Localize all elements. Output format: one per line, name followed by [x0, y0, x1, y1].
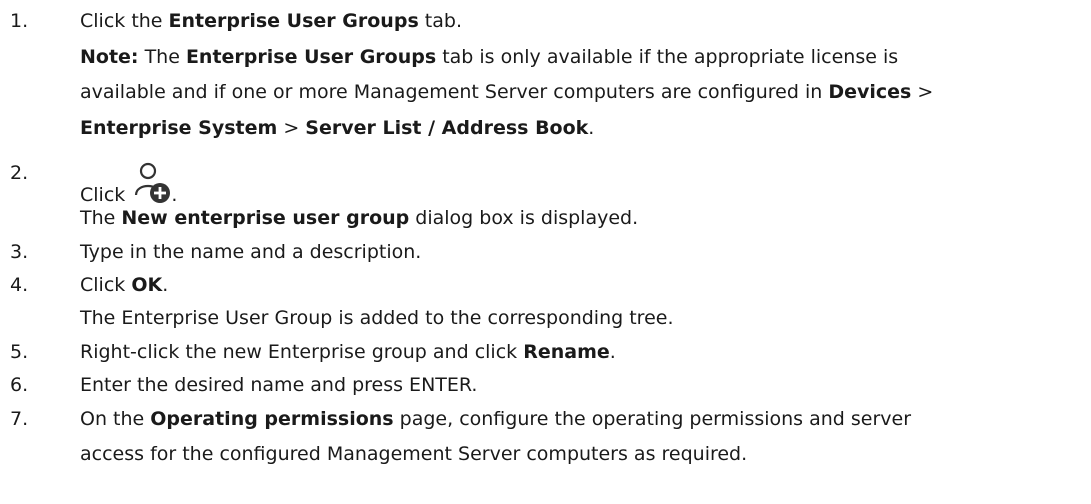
step-text: tab.	[418, 10, 462, 32]
step-number: 3.	[10, 241, 29, 263]
step-text: Right-click the new Enterprise group and…	[80, 341, 524, 363]
ui-term: Enterprise User Groups	[168, 10, 419, 32]
step-text: page, configure the operating permission…	[393, 408, 912, 430]
note-text: tab is only available if the appropriate…	[436, 46, 899, 68]
step-number: 1.	[10, 10, 29, 32]
ui-term: Enterprise User Groups	[185, 46, 437, 68]
ui-term: Operating permissions	[150, 408, 394, 430]
step-text: Click	[80, 184, 126, 206]
step-4-text: Click OK.	[80, 273, 168, 297]
step-number: 4.	[10, 274, 29, 296]
note-text: The	[138, 46, 186, 68]
step-text: Click	[80, 274, 132, 296]
step-3-text: Type in the name and a description.	[80, 241, 422, 263]
step-text: The	[80, 207, 122, 229]
ui-term: Server List / Address Book	[305, 117, 589, 139]
note-line-3: Enterprise System > Server List / Addres…	[80, 116, 594, 140]
add-user-group-icon	[133, 161, 171, 207]
step-5-text: Right-click the new Enterprise group and…	[80, 340, 616, 364]
note-line-2: available and if one or more Management …	[80, 80, 933, 104]
ui-term: New enterprise user group	[121, 207, 410, 229]
step-number: 2.	[10, 162, 29, 184]
step-4-result: The Enterprise User Group is added to th…	[80, 307, 674, 329]
path-separator: >	[911, 81, 934, 103]
step-7-text: On the Operating permissions page, confi…	[80, 407, 911, 431]
step-7-text-cont: access for the configured Management Ser…	[80, 443, 748, 465]
note-text: available and if one or more Management …	[80, 81, 829, 103]
note-text: .	[588, 117, 595, 139]
step-number: 6.	[10, 374, 29, 396]
add-user-group-icon-svg	[135, 162, 171, 203]
step-6-text: Enter the desired name and press ENTER.	[80, 374, 478, 396]
ui-term: OK	[131, 274, 163, 296]
step-text: .	[609, 341, 616, 363]
ui-term: Rename	[523, 341, 610, 363]
step-1-text: Click the Enterprise User Groups tab.	[80, 9, 462, 33]
path-separator: >	[277, 117, 306, 139]
note-label: Note:	[80, 46, 139, 68]
step-text: On the	[80, 408, 151, 430]
step-2-result: The New enterprise user group dialog box…	[80, 206, 638, 230]
ui-term: Enterprise System	[80, 117, 278, 139]
note-line-1: Note: The Enterprise User Groups tab is …	[80, 45, 898, 69]
step-number: 7.	[10, 408, 29, 430]
ui-term: Devices	[828, 81, 912, 103]
step-text: .	[162, 274, 169, 296]
step-text: Click the	[80, 10, 169, 32]
step-number: 5.	[10, 341, 29, 363]
step-text: .	[171, 184, 178, 206]
step-text: dialog box is displayed.	[409, 207, 639, 229]
step-2-text: Click .	[80, 161, 177, 206]
